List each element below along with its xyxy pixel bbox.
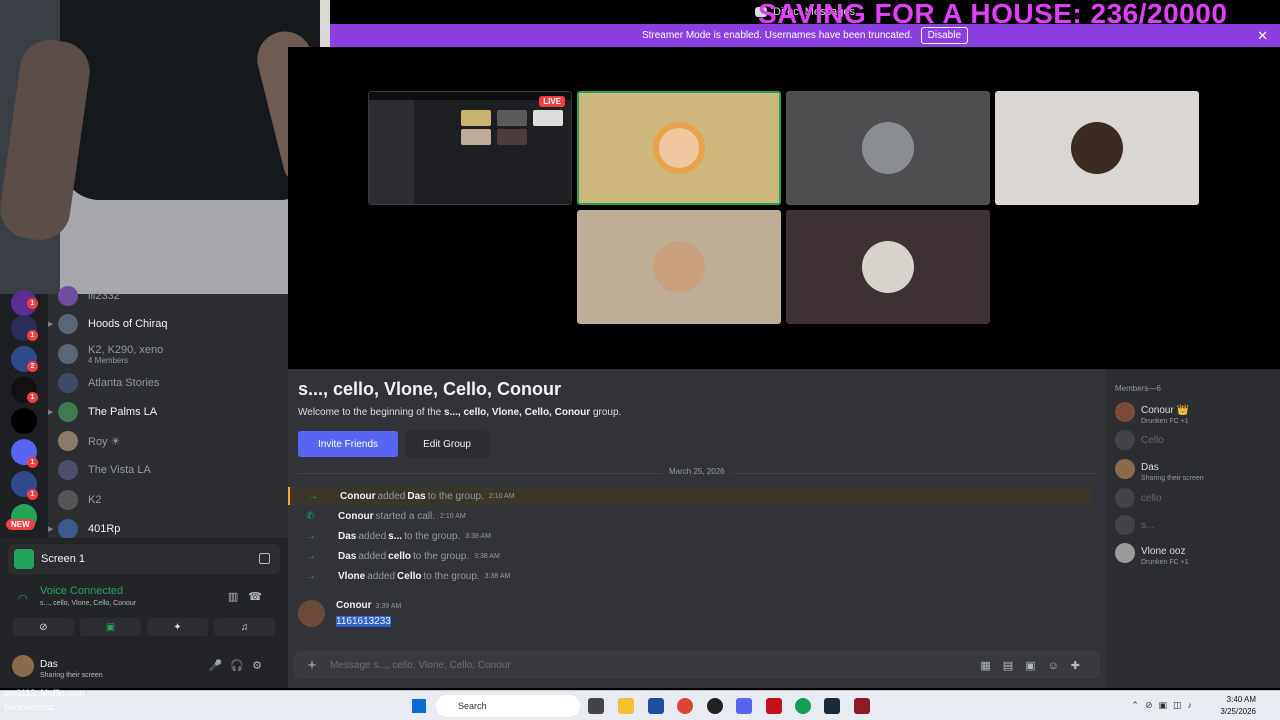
list-item[interactable]: Atlanta Stories xyxy=(58,369,160,397)
webcam-feed xyxy=(0,0,330,294)
avatar xyxy=(653,241,705,293)
composer-tools[interactable]: ▦▤▣☺✚ xyxy=(980,659,1092,672)
start-icon[interactable] xyxy=(412,699,426,713)
app-icon[interactable] xyxy=(766,698,782,714)
server-icon[interactable] xyxy=(11,408,37,434)
signal-icon[interactable]: ◠ xyxy=(18,592,28,605)
screen-share-row[interactable]: Screen 1 xyxy=(8,544,280,574)
screen-share-tile[interactable]: LIVE xyxy=(368,91,572,205)
avatar[interactable] xyxy=(298,600,325,627)
group-welcome: Welcome to the beginning of the s..., ce… xyxy=(298,407,622,418)
list-item[interactable]: ▶ Hoods of Chiraq xyxy=(48,310,168,338)
members-header: Members—6 xyxy=(1115,384,1161,393)
message-input[interactable]: Message s..., cello, Vlone, Cello, Conou… xyxy=(330,660,511,671)
system-message: → Das added s... to the group. 3:38 AM xyxy=(306,530,491,542)
server-rail: 1 1 2 1 1 1 xyxy=(0,290,48,538)
chat-area: s..., cello, Vlone, Cello, Conour Welcom… xyxy=(288,369,1106,688)
search-input[interactable]: Search xyxy=(436,695,580,717)
user-name: Das xyxy=(40,658,58,670)
participant-tile[interactable] xyxy=(577,210,781,324)
edit-group-button[interactable]: Edit Group xyxy=(405,431,489,457)
list-item[interactable]: ▶ The Palms LA xyxy=(48,398,157,426)
app-icon[interactable] xyxy=(854,698,870,714)
list-item[interactable]: K2, K290, xeno 4 Members xyxy=(58,340,163,368)
disable-button[interactable]: Disable xyxy=(920,27,969,44)
app-icon[interactable] xyxy=(588,698,604,714)
member-item[interactable]: Conour 👑 Drunken FC +1 xyxy=(1115,399,1189,425)
avatar xyxy=(653,122,705,174)
date-divider: March 25, 2026 xyxy=(298,467,1096,476)
discord-icon[interactable] xyxy=(736,698,752,714)
chat-message: Conour 3:39 AM 1161613233 xyxy=(298,600,401,629)
list-item[interactable]: Roy ☀ xyxy=(58,427,120,455)
voice-status[interactable]: Voice Connected xyxy=(40,585,123,597)
member-list: Members—6 Conour 👑 Drunken FC +1 Cello Da… xyxy=(1106,369,1280,688)
chrome-icon[interactable] xyxy=(677,698,693,714)
voice-channel: s..., cello, Vlone, Cello, Conour xyxy=(40,600,137,607)
voice-controls[interactable]: ▥☎ xyxy=(228,590,272,603)
banner-message: Streamer Mode is enabled. Usernames have… xyxy=(641,30,913,41)
activities-button[interactable]: ✦ xyxy=(147,618,208,636)
list-item[interactable]: The Vista LA xyxy=(58,456,151,484)
explorer-icon[interactable] xyxy=(618,698,634,714)
system-tray[interactable]: ⌃⊘▣◫♪ xyxy=(1131,700,1198,711)
screen-label: Screen 1 xyxy=(41,553,86,565)
chrome-icon[interactable] xyxy=(795,698,811,714)
system-message: → Conour added Das to the group. 2:10 AM xyxy=(288,487,1092,505)
page-title: s..., cello, Vlone, Cello, Conour xyxy=(298,379,562,399)
share-screen-button[interactable]: ▣ xyxy=(80,618,141,636)
member-item[interactable]: s... xyxy=(1115,512,1154,538)
screen: Direct Messages SAVING FOR A HOUSE: 236/… xyxy=(0,0,1280,720)
system-message: → Vlone added Cello to the group. 3:38 AM xyxy=(306,570,511,582)
member-item[interactable]: Vlone ooz Drunken FC +1 xyxy=(1115,540,1189,566)
participant-tile[interactable] xyxy=(577,91,781,205)
streamer-mode-banner: Streamer Mode is enabled. Usernames have… xyxy=(330,24,1280,47)
video-off-button[interactable]: ⊘ xyxy=(13,618,74,636)
soundboard-button[interactable]: ♫ xyxy=(214,618,275,636)
add-attachment-icon[interactable]: + xyxy=(294,657,330,674)
live-badge: LIVE xyxy=(539,96,565,107)
message-composer[interactable]: + Message s..., cello, Vlone, Cello, Con… xyxy=(294,651,1100,679)
member-item[interactable]: Cello xyxy=(1115,427,1164,453)
stream-chat-overlay: sm0113: Muffin man backwoodsz: xyxy=(4,688,85,712)
popout-icon[interactable] xyxy=(259,553,270,564)
clock[interactable]: 3:40 AM 3/25/2026 xyxy=(1220,694,1256,718)
dm-list: lil2332 ▶ Hoods of Chiraq K2, K290, xeno 4… xyxy=(48,286,288,539)
message-text: 1161613233 xyxy=(336,616,391,627)
user-panel: Das Sharing their screen 🎤🎧⚙ xyxy=(12,651,276,681)
participant-tile[interactable] xyxy=(786,91,990,205)
avatar[interactable] xyxy=(12,655,34,677)
new-badge: NEW xyxy=(6,519,35,530)
voice-panel: Screen 1 ◠ Voice Connected s..., cello, … xyxy=(0,538,288,688)
app-icon[interactable] xyxy=(707,698,723,714)
app-icon[interactable] xyxy=(648,698,664,714)
system-message: → Das added cello to the group. 3:38 AM xyxy=(306,550,500,562)
message-time: 3:39 AM xyxy=(375,603,402,610)
participant-tile[interactable] xyxy=(995,91,1199,205)
screen-icon xyxy=(14,549,34,569)
member-item[interactable]: cello xyxy=(1115,485,1162,511)
call-grid: LIVE xyxy=(288,47,1280,369)
member-item[interactable]: Das Sharing their screen xyxy=(1115,456,1204,482)
user-status: Sharing their screen xyxy=(40,671,103,679)
invite-friends-button[interactable]: Invite Friends xyxy=(298,431,398,457)
list-item[interactable]: K2 xyxy=(58,486,101,514)
system-message: ✆ Conour started a call. 2:10 AM xyxy=(306,510,466,522)
list-item[interactable]: lil2332 xyxy=(58,282,120,310)
call-actions: ⊘ ▣ ✦ ♫ xyxy=(13,618,275,636)
close-banner-icon[interactable]: ✕ xyxy=(1257,28,1268,44)
avatar xyxy=(862,241,914,293)
steam-icon[interactable] xyxy=(824,698,840,714)
avatar xyxy=(862,122,914,174)
participant-tile[interactable] xyxy=(786,210,990,324)
avatar xyxy=(1071,122,1123,174)
user-controls[interactable]: 🎤🎧⚙ xyxy=(209,659,270,672)
message-author[interactable]: Conour xyxy=(336,600,372,611)
